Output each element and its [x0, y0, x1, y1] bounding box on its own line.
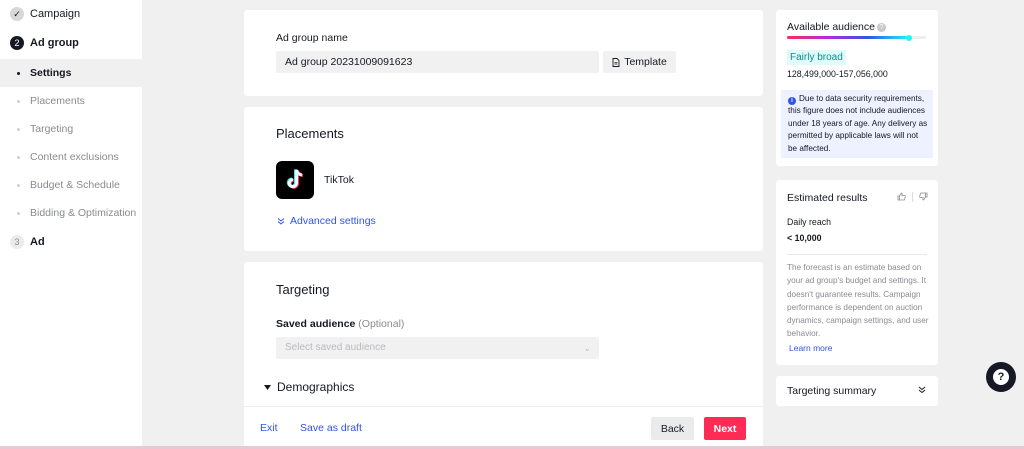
- chevron-down-icon: ⌄: [583, 343, 591, 353]
- saved-audience-placeholder: Select saved audience: [285, 342, 386, 353]
- bullet-dot: [17, 100, 20, 103]
- placements-title: Placements: [276, 126, 344, 141]
- available-audience-label: Available audience: [787, 21, 875, 33]
- bullet-dot: [17, 128, 20, 131]
- sidebar-item-budget-schedule[interactable]: Budget & Schedule: [0, 171, 142, 199]
- targeting-summary-title: Targeting summary: [787, 385, 877, 397]
- saved-audience-label-text: Saved audience: [276, 318, 356, 330]
- tiktok-logo-icon: [276, 161, 314, 199]
- sidebar-item-label: Settings: [30, 67, 72, 79]
- step-number-badge: 3: [10, 235, 24, 249]
- help-button[interactable]: ?: [986, 362, 1016, 392]
- step-campaign-label: Campaign: [30, 8, 81, 20]
- sidebar-item-label: Content exclusions: [30, 151, 119, 163]
- help-icon: ?: [993, 369, 1009, 385]
- saved-audience-select[interactable]: Select saved audience ⌄: [276, 337, 599, 359]
- estimated-results-title: Estimated results: [787, 192, 868, 204]
- estimated-results-card: Estimated results Daily reach < 10,000 T…: [776, 180, 938, 365]
- saved-audience-label: Saved audience (Optional): [276, 318, 404, 330]
- sidebar-item-targeting[interactable]: Targeting: [0, 115, 142, 143]
- bullet-dot: [17, 156, 20, 159]
- ad-group-name-input[interactable]: Ad group 20231009091623: [276, 51, 599, 73]
- double-chevron-down-icon: [277, 218, 285, 225]
- bottom-action-bar: Exit Save as draft Back Next: [244, 406, 763, 449]
- placements-card: Placements TikTok Advanced settings: [244, 107, 763, 251]
- step-ad-label: Ad: [30, 236, 45, 248]
- next-button[interactable]: Next: [704, 417, 746, 440]
- step-ad[interactable]: 3 Ad: [0, 228, 142, 256]
- demographics-label: Demographics: [277, 380, 355, 394]
- sidebar-item-content-exclusions[interactable]: Content exclusions: [0, 143, 142, 171]
- left-navigation: ✓ Campaign 2 Ad group Settings Placement…: [0, 0, 142, 449]
- data-security-notice-text: Due to data security requirements, this …: [788, 94, 928, 153]
- sidebar-item-label: Budget & Schedule: [30, 179, 120, 191]
- audience-size-marker: [906, 34, 913, 41]
- optional-tag: (Optional): [358, 318, 405, 330]
- step-number-badge: 2: [10, 36, 24, 50]
- audience-size-meter: [787, 34, 926, 41]
- available-audience-title: Available audience ?: [787, 21, 886, 33]
- info-icon: i: [788, 97, 796, 106]
- sidebar-item-placements[interactable]: Placements: [0, 87, 142, 115]
- bullet-dot: [17, 212, 20, 215]
- learn-more-link[interactable]: Learn more: [789, 343, 832, 353]
- audience-breadth-badge: Fairly broad: [787, 50, 846, 65]
- step-campaign[interactable]: ✓ Campaign: [0, 0, 142, 28]
- thumbs-up-icon[interactable]: [897, 192, 906, 201]
- ad-group-name-label: Ad group name: [276, 32, 348, 44]
- forecast-disclaimer: The forecast is an estimate based on you…: [787, 263, 929, 339]
- demographics-toggle[interactable]: Demographics: [264, 380, 354, 394]
- bullet-dot: [17, 184, 20, 187]
- save-as-draft-link[interactable]: Save as draft: [300, 422, 362, 434]
- exit-link[interactable]: Exit: [260, 422, 278, 434]
- targeting-title: Targeting: [276, 282, 330, 297]
- audience-size-fill: [787, 36, 910, 39]
- caret-down-icon: [264, 384, 271, 390]
- divider: [787, 254, 927, 255]
- sidebar-item-label: Bidding & Optimization: [30, 207, 137, 219]
- divider: [912, 192, 913, 202]
- sidebar-item-label: Targeting: [30, 123, 74, 135]
- feedback-buttons: [897, 192, 928, 202]
- template-button-label: Template: [624, 56, 667, 68]
- audience-size-range: 128,499,000-157,056,000: [787, 69, 888, 79]
- check-icon: ✓: [10, 7, 24, 21]
- daily-reach-label: Daily reach: [787, 217, 832, 227]
- advanced-settings-link[interactable]: Advanced settings: [277, 215, 376, 227]
- targeting-summary-card[interactable]: Targeting summary: [776, 376, 938, 406]
- template-doc-icon: [612, 57, 620, 67]
- bullet-dot: [17, 72, 20, 75]
- daily-reach-value: < 10,000: [787, 233, 822, 243]
- sidebar-item-bidding-optimization[interactable]: Bidding & Optimization: [0, 199, 142, 227]
- step-ad-group[interactable]: 2 Ad group: [0, 29, 142, 57]
- available-audience-card: Available audience ? Fairly broad 128,49…: [776, 10, 938, 166]
- question-circle-icon[interactable]: ?: [876, 22, 886, 32]
- ad-group-name-card: Ad group name Ad group 20231009091623 Te…: [244, 10, 763, 96]
- sidebar-item-label: Placements: [30, 95, 85, 107]
- step-ad-group-label: Ad group: [30, 37, 79, 49]
- tiktok-placement-label: TikTok: [324, 174, 354, 186]
- thumbs-down-icon[interactable]: [919, 192, 928, 201]
- advanced-settings-label: Advanced settings: [290, 215, 376, 227]
- data-security-notice: i Due to data security requirements, this…: [781, 90, 933, 158]
- back-button[interactable]: Back: [651, 417, 694, 440]
- double-chevron-down-icon[interactable]: [918, 385, 926, 394]
- page-scrollbar[interactable]: [1018, 0, 1024, 449]
- sidebar-item-settings[interactable]: Settings: [0, 59, 142, 87]
- template-button[interactable]: Template: [603, 51, 676, 73]
